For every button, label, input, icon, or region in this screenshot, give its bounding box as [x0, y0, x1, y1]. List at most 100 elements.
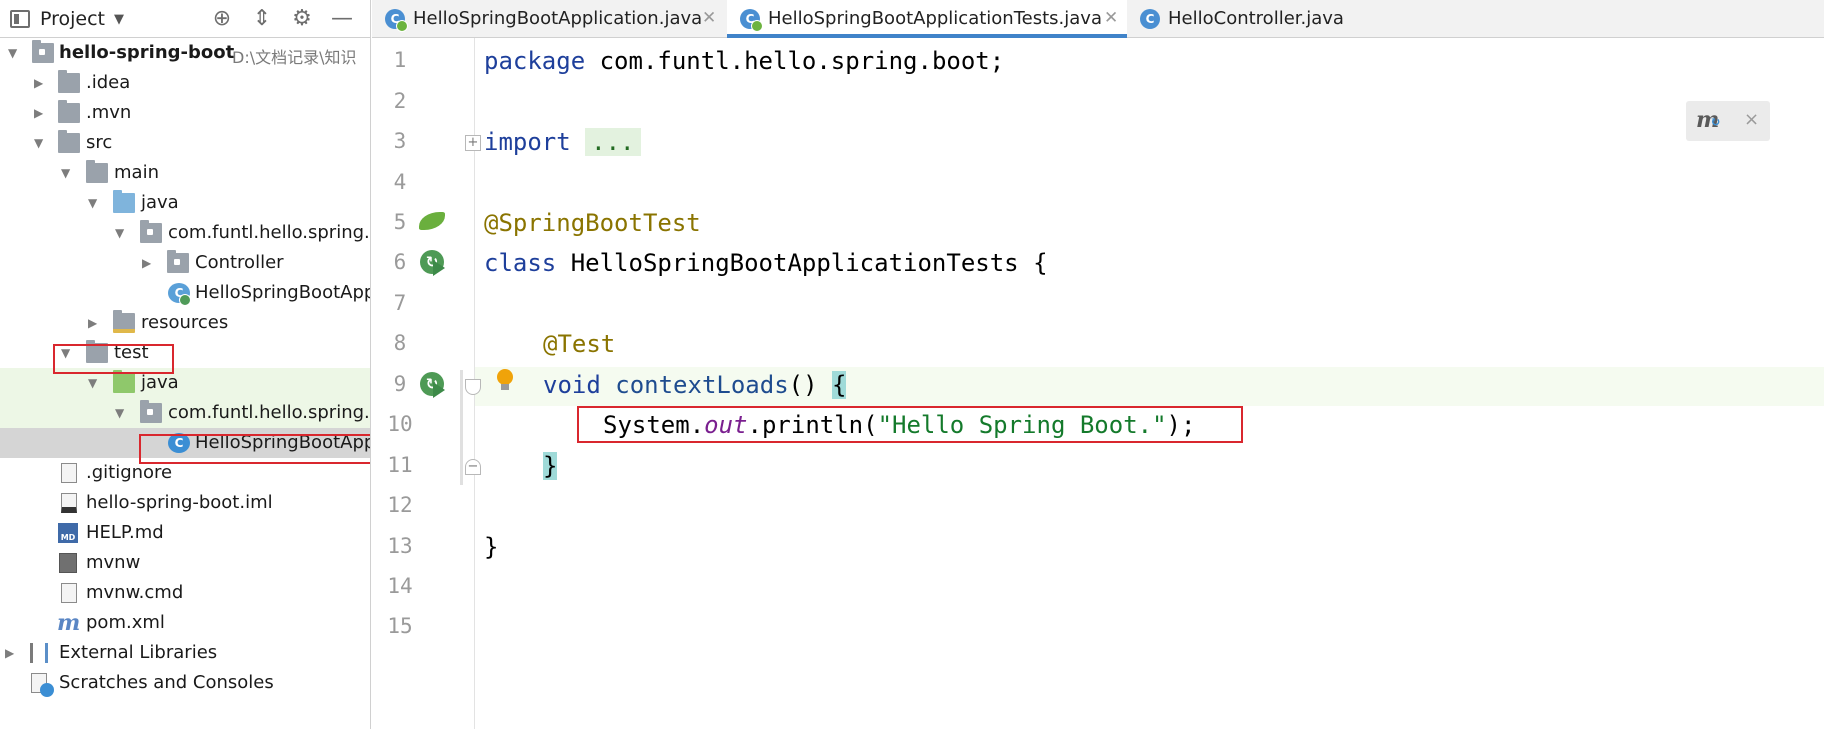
keyword: class	[484, 249, 557, 277]
tree-item-label: HelloSpringBootApp	[195, 282, 371, 303]
tree-item-test-package[interactable]: ▼ com.funtl.hello.spring.b	[0, 398, 371, 428]
tree-item-label: resources	[141, 312, 229, 333]
maven-reload-icon[interactable]: m	[1696, 107, 1721, 133]
editor-tab-bar: C HelloSpringBootApplication.java ✕ C He…	[372, 0, 1824, 38]
folder-icon	[58, 100, 80, 123]
folder-icon	[58, 70, 80, 93]
maven-file-icon: m	[57, 610, 81, 636]
chevron-down-icon[interactable]: ▼	[114, 12, 124, 27]
tree-item-help[interactable]: MD HELP.md	[0, 518, 370, 548]
tree-item-label: .gitignore	[86, 462, 173, 483]
tree-item-scratches[interactable]: Scratches and Consoles	[0, 668, 370, 698]
tree-item-iml[interactable]: hello-spring-boot.iml	[0, 488, 370, 518]
project-tool-window: Project ▼ ⊕ ⇕ ⚙ — ▼ hello-spring-boot D:…	[0, 0, 371, 729]
console-badge-icon	[40, 683, 54, 697]
folder-icon	[58, 130, 80, 153]
tab-label: HelloSpringBootApplication.java	[413, 8, 703, 29]
tree-item-root[interactable]: ▼ hello-spring-boot D:\文档记录\知识	[0, 38, 370, 68]
code-line-14[interactable]: }	[484, 533, 498, 561]
tree-item-main[interactable]: ▼ main	[0, 158, 370, 188]
line-number: 4	[393, 170, 407, 194]
code-line-3[interactable]: import ...	[484, 128, 641, 156]
class-icon: C	[1140, 9, 1160, 29]
tree-item-label: mvnw.cmd	[86, 582, 184, 603]
annotation: @SpringBootTest	[484, 209, 701, 237]
run-test-icon[interactable]: ↻	[420, 250, 445, 276]
tree-item-label: HELP.md	[86, 522, 164, 543]
tree-item-mvnw[interactable]: mvnw	[0, 548, 370, 578]
resources-folder-icon	[113, 310, 135, 333]
chevron-down-icon[interactable]: ▼	[115, 227, 127, 239]
shell-file-icon	[59, 553, 77, 573]
close-icon[interactable]: ✕	[702, 8, 716, 28]
tab-hello-spring-boot-application-tests[interactable]: C HelloSpringBootApplicationTests.java ✕	[727, 0, 1127, 38]
line-number: 15	[387, 614, 413, 638]
close-icon[interactable]: ×	[1744, 109, 1759, 130]
chevron-right-icon[interactable]: ▶	[88, 317, 100, 329]
line-number: 7	[393, 291, 407, 315]
code-line-7[interactable]: class HelloSpringBootApplicationTests {	[484, 249, 1048, 277]
gear-icon[interactable]: ⚙	[288, 6, 316, 32]
locate-icon[interactable]: ⊕	[208, 6, 236, 32]
code-line-12[interactable]: }	[543, 452, 558, 480]
maven-reload-popup[interactable]: m ×	[1686, 101, 1770, 141]
minimize-icon[interactable]: —	[328, 6, 356, 32]
tree-item-main-app[interactable]: C HelloSpringBootApp	[0, 278, 371, 308]
chevron-down-icon[interactable]: ▼	[115, 407, 127, 419]
fold-collapse-icon[interactable]	[465, 379, 481, 395]
project-view-selector[interactable]: Project	[40, 8, 105, 30]
chevron-down-icon[interactable]: ▼	[88, 377, 100, 389]
tree-item-label: hello-spring-boot.iml	[86, 492, 273, 513]
run-test-icon[interactable]: ↻	[420, 372, 445, 398]
tree-item-src[interactable]: ▼ src	[0, 128, 370, 158]
tree-item-resources[interactable]: ▶ resources	[0, 308, 370, 338]
gitignore-file-icon	[61, 463, 77, 483]
tree-item-main-package[interactable]: ▼ com.funtl.hello.spring.b	[0, 218, 370, 248]
code-line-10[interactable]: void contextLoads() {	[543, 371, 847, 399]
keyword: void	[543, 371, 601, 399]
line-number: 14	[387, 574, 413, 598]
chevron-right-icon[interactable]: ▶	[142, 257, 154, 269]
fold-expand-icon[interactable]: +	[465, 135, 481, 151]
line-number: 6	[393, 250, 407, 274]
code-line-9[interactable]: @Test	[543, 330, 615, 358]
line-number: 5	[393, 210, 407, 234]
fold-end-icon[interactable]: −	[465, 459, 481, 475]
bulb-glass	[497, 369, 513, 385]
code-line-6[interactable]: @SpringBootTest	[484, 209, 701, 237]
tree-item-pom[interactable]: m pom.xml	[0, 608, 370, 638]
code-line-1[interactable]: package com.funtl.hello.spring.boot;	[484, 47, 1004, 75]
chevron-right-icon[interactable]: ▶	[34, 77, 46, 89]
text-file-icon	[61, 583, 77, 603]
tree-item-mvn[interactable]: ▶ .mvn	[0, 98, 370, 128]
iml-file-icon	[61, 493, 77, 513]
tree-item-label: mvnw	[86, 552, 141, 573]
folded-imports[interactable]: ...	[585, 128, 641, 156]
tree-item-label: com.funtl.hello.spring.b	[168, 402, 371, 423]
spring-boot-class-icon: C	[740, 9, 763, 32]
chevron-down-icon[interactable]: ▼	[8, 47, 20, 59]
annotation-highlight-test	[53, 344, 174, 374]
chevron-down-icon[interactable]: ▼	[88, 197, 100, 209]
tree-item-main-java[interactable]: ▼ java	[0, 188, 370, 218]
chevron-down-icon[interactable]: ▼	[61, 167, 73, 179]
annotation: @Test	[543, 330, 616, 358]
tab-hello-spring-boot-application[interactable]: C HelloSpringBootApplication.java ✕	[372, 0, 727, 38]
tree-item-idea[interactable]: ▶ .idea	[0, 68, 370, 98]
tree-item-label: src	[86, 132, 113, 153]
tree-item-mvnw-cmd[interactable]: mvnw.cmd	[0, 578, 370, 608]
collapse-icon[interactable]: ⇕	[248, 6, 276, 32]
project-icon	[10, 9, 30, 28]
close-icon[interactable]: ✕	[1104, 8, 1118, 28]
tree-item-controller[interactable]: ▶ Controller	[0, 248, 370, 278]
keyword: import	[484, 128, 571, 156]
tab-hello-controller[interactable]: C HelloController.java	[1127, 0, 1367, 38]
line-number: 12	[387, 493, 413, 517]
annotation-highlight-test-class	[139, 434, 370, 464]
chevron-right-icon[interactable]: ▶	[34, 107, 46, 119]
chevron-down-icon[interactable]: ▼	[34, 137, 46, 149]
chevron-right-icon[interactable]: ▶	[5, 647, 17, 659]
intention-bulb-icon[interactable]	[497, 369, 513, 391]
tree-item-external-libraries[interactable]: ▶ External Libraries	[0, 638, 370, 668]
code-text: com.funtl.hello.spring.boot;	[585, 47, 1005, 75]
